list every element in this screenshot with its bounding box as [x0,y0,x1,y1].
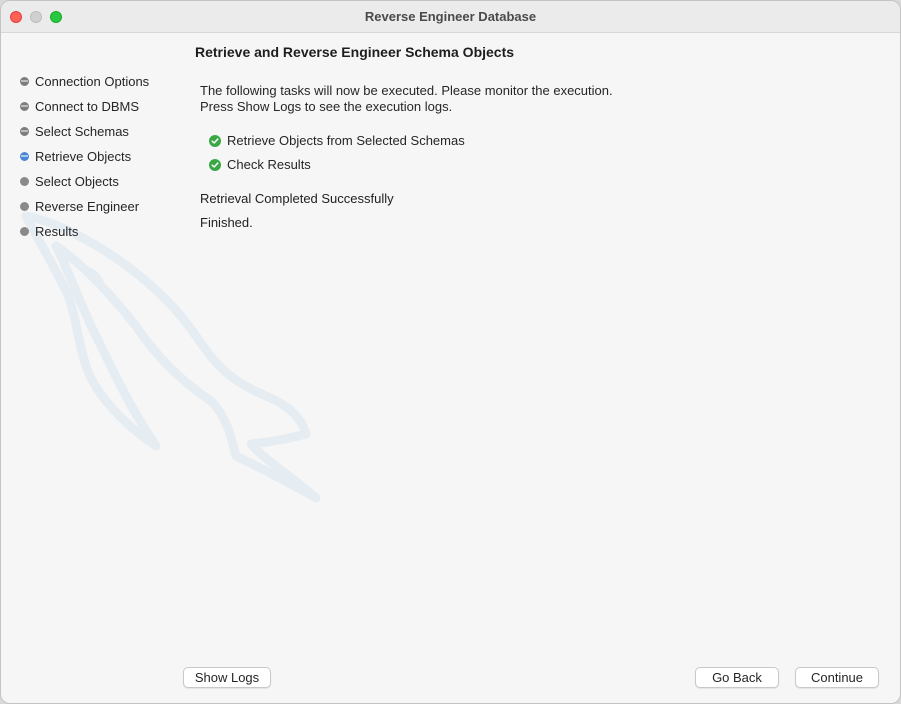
step-label: Retrieve Objects [35,149,132,164]
step-label: Reverse Engineer [35,199,140,214]
title-bar: Reverse Engineer Database [1,1,900,33]
continue-button[interactable]: Continue [795,667,879,688]
step-label: Connect to DBMS [35,99,140,114]
check-circle-icon [209,134,221,147]
check-circle-icon [209,158,221,171]
status-message: Retrieval Completed Successfully [200,191,394,206]
go-back-button[interactable]: Go Back [695,667,779,688]
task-item-check-results: Check Results [209,157,311,172]
step-label: Connection Options [35,74,150,89]
step-label: Results [35,224,79,239]
step-done-bullet-icon [20,127,29,136]
task-item-retrieve-objects: Retrieve Objects from Selected Schemas [209,133,465,148]
sidebar-item-connect-to-dbms: Connect to DBMS [20,94,180,119]
status-detail: Finished. [200,215,253,230]
sidebar-item-retrieve-objects: Retrieve Objects [20,144,180,169]
step-label: Select Schemas [35,124,129,139]
sidebar-item-select-objects: Select Objects [20,169,180,194]
step-pending-bullet-icon [20,202,29,211]
step-done-bullet-icon [20,77,29,86]
task-label: Check Results [227,157,311,172]
sidebar-item-reverse-engineer: Reverse Engineer [20,194,180,219]
instructions-text: The following tasks will now be executed… [200,83,613,115]
reverse-engineer-window: Reverse Engineer Database Connection Opt… [0,0,901,704]
task-label: Retrieve Objects from Selected Schemas [227,133,465,148]
step-done-bullet-icon [20,102,29,111]
step-pending-bullet-icon [20,177,29,186]
sidebar-item-connection-options: Connection Options [20,69,180,94]
step-current-bullet-icon [20,152,29,161]
instructions-line-2: Press Show Logs to see the execution log… [200,99,453,114]
dolphin-watermark-icon [21,211,321,503]
step-label: Select Objects [35,174,119,189]
window-title: Reverse Engineer Database [364,9,537,24]
page-heading: Retrieve and Reverse Engineer Schema Obj… [195,44,515,60]
sidebar-item-select-schemas: Select Schemas [20,119,180,144]
wizard-steps-sidebar: Connection Options Connect to DBMS Selec… [20,69,180,244]
step-pending-bullet-icon [20,227,29,236]
instructions-line-1: The following tasks will now be executed… [200,83,613,98]
show-logs-button[interactable]: Show Logs [183,667,271,688]
sidebar-item-results: Results [20,219,180,244]
